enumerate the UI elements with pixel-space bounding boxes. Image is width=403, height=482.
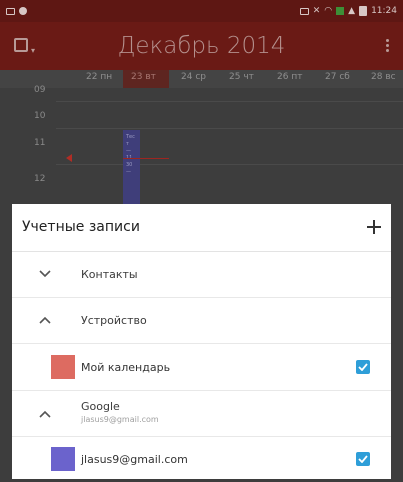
visibility-checkbox[interactable] bbox=[356, 452, 370, 466]
current-time-line bbox=[123, 158, 169, 159]
status-bar: ✕ ◠ ▲ 11:24 bbox=[0, 0, 403, 22]
day-label[interactable]: 26 пт bbox=[277, 72, 302, 82]
hour-label: 11 bbox=[34, 138, 46, 148]
section-contacts[interactable]: Контакты bbox=[12, 252, 391, 298]
accounts-sheet: Учетные записи Контакты Устройство Мой к… bbox=[12, 204, 391, 479]
section-google[interactable]: Google jlasus9@gmail.com bbox=[12, 391, 391, 437]
chevron-down-icon bbox=[39, 270, 51, 282]
more-menu-icon[interactable] bbox=[386, 39, 389, 53]
status-time: 11:24 bbox=[371, 6, 397, 16]
signal-icon: ▲ bbox=[348, 6, 356, 16]
sim-icon bbox=[299, 7, 309, 15]
screen-icon bbox=[6, 7, 15, 15]
day-label[interactable]: 22 пн bbox=[86, 72, 112, 82]
current-time-marker bbox=[66, 154, 72, 162]
day-header: 22 пн 23 вт 24 ср 25 чт 26 пт 27 сб 28 в… bbox=[0, 70, 403, 88]
visibility-checkbox[interactable] bbox=[356, 360, 370, 374]
account-email: jlasus9@gmail.com bbox=[81, 415, 159, 424]
calendar-item-google[interactable]: jlasus9@gmail.com bbox=[12, 437, 391, 479]
day-label[interactable]: 27 сб bbox=[325, 72, 350, 82]
calendar-name: Мой календарь bbox=[81, 361, 171, 374]
section-device[interactable]: Устройство bbox=[12, 298, 391, 344]
calendar-item-my-calendar[interactable]: Мой календарь bbox=[12, 344, 391, 391]
hour-divider bbox=[56, 164, 403, 165]
hour-label: 09 bbox=[34, 85, 46, 95]
battery-icon bbox=[359, 6, 368, 16]
day-label[interactable]: 25 чт bbox=[229, 72, 254, 82]
hour-label: 10 bbox=[34, 111, 46, 121]
calendar-color-swatch[interactable] bbox=[51, 447, 75, 471]
sheet-title: Учетные записи bbox=[22, 219, 140, 235]
hour-divider bbox=[56, 128, 403, 129]
section-label: Контакты bbox=[81, 268, 138, 281]
section-label: Устройство bbox=[81, 314, 147, 327]
hour-label: 12 bbox=[34, 174, 46, 184]
data-icon bbox=[336, 7, 345, 15]
photo-icon bbox=[19, 7, 27, 15]
month-title[interactable]: Декабрь 2014 bbox=[0, 33, 403, 59]
section-label: Google bbox=[81, 400, 120, 413]
chevron-up-icon bbox=[39, 316, 51, 328]
chevron-up-icon bbox=[39, 410, 51, 422]
sheet-header: Учетные записи bbox=[12, 204, 391, 252]
wifi-icon: ◠ bbox=[324, 6, 333, 16]
calendar-color-swatch[interactable] bbox=[51, 355, 75, 379]
day-label[interactable]: 28 вс bbox=[371, 72, 396, 82]
day-label-today[interactable]: 23 вт bbox=[123, 70, 169, 88]
day-label[interactable]: 24 ср bbox=[181, 72, 206, 82]
app-bar: ▾ Декабрь 2014 bbox=[0, 22, 403, 70]
mute-icon: ✕ bbox=[312, 6, 321, 16]
calendar-name: jlasus9@gmail.com bbox=[81, 453, 188, 466]
hour-divider bbox=[56, 101, 403, 102]
plus-icon[interactable] bbox=[363, 216, 385, 238]
